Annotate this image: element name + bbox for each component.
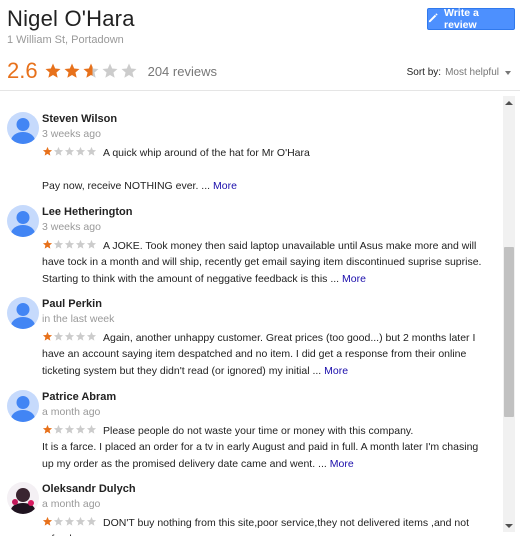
reviewer-name[interactable]: Patrice Abram bbox=[42, 391, 116, 403]
star-empty-icon bbox=[75, 146, 86, 156]
star-empty-icon bbox=[64, 424, 75, 434]
star-empty-icon bbox=[75, 424, 86, 434]
reviewer-name[interactable]: Paul Perkin bbox=[42, 298, 102, 310]
review-time: a month ago bbox=[42, 498, 101, 510]
review-item: Patrice Abram a month ago Please people do… bbox=[0, 374, 500, 470]
review-text: A JOKE. Took money then said laptop unav… bbox=[42, 240, 482, 285]
review-body: Please people do not waste your time or … bbox=[42, 423, 484, 472]
avatar[interactable] bbox=[7, 112, 39, 144]
business-address: 1 William St, Portadown bbox=[7, 34, 124, 46]
star-filled-icon bbox=[42, 146, 53, 156]
scrollbar-thumb[interactable] bbox=[504, 247, 514, 417]
review-star-rating bbox=[42, 239, 97, 250]
star-empty-icon bbox=[121, 63, 137, 78]
star-empty-icon bbox=[75, 239, 86, 249]
reviewer-name[interactable]: Steven Wilson bbox=[42, 113, 117, 125]
star-half-icon bbox=[83, 63, 99, 78]
write-review-label: Write a review bbox=[444, 7, 479, 31]
review-body: A quick whip around of the hat for Mr O'… bbox=[42, 145, 484, 194]
review-item: Steven Wilson 3 weeks ago A quick whip aro… bbox=[0, 96, 500, 192]
review-text: Please people do not waste your time or … bbox=[42, 425, 479, 470]
review-body: Again, another unhappy customer. Great p… bbox=[42, 330, 484, 379]
star-filled-icon bbox=[42, 331, 53, 341]
star-empty-icon bbox=[86, 424, 97, 434]
sort-value[interactable]: Most helpful bbox=[445, 67, 499, 78]
divider bbox=[0, 90, 520, 91]
review-item: Paul Perkin in the last week Again, anothe… bbox=[0, 281, 500, 377]
review-star-rating bbox=[42, 516, 97, 527]
star-filled-icon bbox=[42, 516, 53, 526]
star-empty-icon bbox=[53, 239, 64, 249]
review-body: A JOKE. Took money then said laptop unav… bbox=[42, 238, 484, 287]
star-empty-icon bbox=[86, 331, 97, 341]
star-filled-icon bbox=[42, 424, 53, 434]
scroll-down-arrow-icon[interactable] bbox=[505, 524, 513, 528]
review-star-rating bbox=[42, 424, 97, 435]
review-item: Oleksandr Dulych a month ago DON'T buy not… bbox=[0, 466, 500, 536]
star-empty-icon bbox=[53, 424, 64, 434]
average-rating: 2.6 bbox=[7, 58, 38, 83]
review-list: Steven Wilson 3 weeks ago A quick whip aro… bbox=[0, 96, 502, 536]
page-title: Nigel O'Hara bbox=[7, 6, 135, 31]
sort-label: Sort by: bbox=[406, 67, 442, 78]
star-empty-icon bbox=[102, 63, 118, 78]
star-empty-icon bbox=[86, 146, 97, 156]
write-review-button[interactable]: Write a review bbox=[427, 7, 515, 31]
review-time: a month ago bbox=[42, 406, 101, 418]
rating-summary: 2.6 204 reviews bbox=[7, 58, 217, 84]
star-filled-icon bbox=[45, 63, 61, 78]
star-empty-icon bbox=[64, 331, 75, 341]
star-empty-icon bbox=[64, 239, 75, 249]
average-star-rating bbox=[44, 62, 138, 80]
star-empty-icon bbox=[53, 146, 64, 156]
avatar[interactable] bbox=[7, 297, 39, 329]
review-time: 3 weeks ago bbox=[42, 221, 101, 233]
review-star-rating bbox=[42, 331, 97, 342]
reviewer-name[interactable]: Lee Hetherington bbox=[42, 206, 132, 218]
star-empty-icon bbox=[86, 239, 97, 249]
star-empty-icon bbox=[64, 146, 75, 156]
avatar[interactable] bbox=[7, 390, 39, 422]
star-filled-icon bbox=[64, 63, 80, 78]
star-empty-icon bbox=[53, 331, 64, 341]
review-count[interactable]: 204 reviews bbox=[148, 64, 217, 79]
sort-control[interactable]: Sort by: Most helpful bbox=[407, 67, 511, 78]
review-body: DON'T buy nothing from this site,poor se… bbox=[42, 515, 484, 536]
scroll-up-arrow-icon[interactable] bbox=[505, 101, 513, 105]
avatar[interactable] bbox=[7, 482, 39, 514]
star-empty-icon bbox=[86, 516, 97, 526]
chevron-down-icon[interactable] bbox=[505, 70, 511, 75]
star-empty-icon bbox=[64, 516, 75, 526]
star-empty-icon bbox=[75, 516, 86, 526]
review-item: Lee Hetherington 3 weeks ago A JOKE. Took … bbox=[0, 189, 500, 285]
review-time: 3 weeks ago bbox=[42, 128, 101, 140]
pencil-icon bbox=[428, 12, 439, 26]
review-text: DON'T buy nothing from this site,poor se… bbox=[42, 517, 469, 536]
review-time: in the last week bbox=[42, 313, 115, 325]
star-empty-icon bbox=[75, 331, 86, 341]
review-text: Again, another unhappy customer. Great p… bbox=[42, 332, 476, 377]
review-star-rating bbox=[42, 146, 97, 157]
avatar[interactable] bbox=[7, 205, 39, 237]
reviewer-name[interactable]: Oleksandr Dulych bbox=[42, 483, 136, 495]
star-filled-icon bbox=[42, 239, 53, 249]
star-empty-icon bbox=[53, 516, 64, 526]
